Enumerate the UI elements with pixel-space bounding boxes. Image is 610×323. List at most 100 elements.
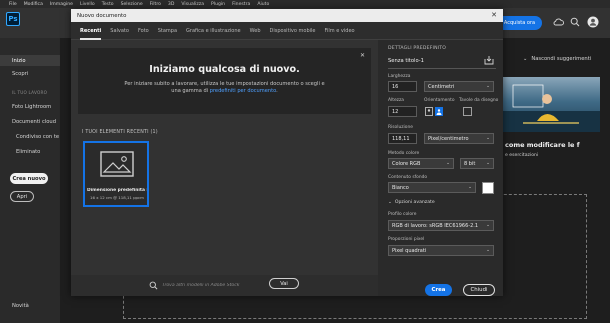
sidebar-item-label: Documenti cloud xyxy=(12,118,57,125)
menu-filtro[interactable]: Filtro xyxy=(150,2,161,7)
tab-recenti[interactable]: Recenti xyxy=(80,22,102,40)
close-icon[interactable]: ✕ xyxy=(491,11,497,19)
sidebar-item-deleted[interactable]: Eliminato xyxy=(0,146,60,157)
sidebar-item-label: Condiviso con te xyxy=(16,133,60,140)
open-button[interactable]: Apri xyxy=(10,191,34,202)
welcome-desc-line1: Per iniziare subito a lavorare, utilizza… xyxy=(124,81,325,87)
color-mode-select[interactable]: Colore RGB ⌄ xyxy=(388,158,454,169)
sidebar-item-lightroom[interactable]: Foto Lightroom xyxy=(0,101,60,112)
menu-plugin[interactable]: Plugin xyxy=(211,2,225,7)
sidebar-item-label: Eliminato xyxy=(16,148,41,155)
tab-label: Dispositivo mobile xyxy=(269,27,316,34)
height-input[interactable]: 12 xyxy=(388,106,417,117)
recent-item-name: Dimensione predefinita Ph... xyxy=(87,188,147,193)
document-presets-link[interactable]: predefiniti per documento xyxy=(210,88,276,94)
bg-content-select[interactable]: Bianco ⌄ xyxy=(388,182,476,193)
bg-content-value: Bianco xyxy=(392,184,409,191)
chevron-down-icon: ⌄ xyxy=(486,84,490,89)
chevron-down-icon: ⌄ xyxy=(486,136,490,141)
chevron-down-icon: ⌄ xyxy=(486,161,490,166)
stock-search-bar: Vai xyxy=(71,275,378,296)
menu-visualizza[interactable]: Visualizza xyxy=(181,2,204,7)
recent-items-heading: I TUOI ELEMENTI RECENTI (1) xyxy=(82,130,158,135)
tutorial-title: come modificare le f xyxy=(505,141,580,149)
create-new-button[interactable]: Crea nuovo xyxy=(10,173,48,184)
menu-testo[interactable]: Testo xyxy=(102,2,114,7)
color-profile-value: RGB di lavoro: sRGB IEC61966-2.1 xyxy=(392,222,479,229)
create-button[interactable]: Crea xyxy=(425,284,452,296)
sidebar-item-cloud-docs[interactable]: Documenti cloud xyxy=(0,116,60,127)
search-icon[interactable] xyxy=(569,16,581,28)
width-input[interactable]: 16 xyxy=(388,81,417,92)
tab-label: Recenti xyxy=(80,27,102,34)
pixel-ratio-select[interactable]: Pixel quadrati ⌄ xyxy=(388,245,494,256)
width-unit-select[interactable]: Centimetri ⌄ xyxy=(424,81,494,92)
menu-finestra[interactable]: Finestra xyxy=(232,2,250,7)
sidebar-item-scopri[interactable]: Scopri xyxy=(0,68,60,79)
search-go-button[interactable]: Vai xyxy=(269,278,299,289)
artboards-label: Tavole da disegno xyxy=(459,98,499,103)
profile-icon[interactable] xyxy=(587,16,599,28)
menu-aiuto[interactable]: Aiuto xyxy=(257,2,269,7)
menu-3d[interactable]: 3D xyxy=(168,2,174,7)
chevron-down-icon: ⌄ xyxy=(486,248,490,253)
photoshop-logo: Ps xyxy=(6,12,20,26)
sidebar-section-label: IL TUO LAVORO xyxy=(12,90,48,95)
resolution-label: Risoluzione xyxy=(388,125,413,130)
search-icon xyxy=(149,281,158,290)
preset-details-heading: DETTAGLI PREDEFINITO xyxy=(388,46,447,51)
hide-suggestions-label: Nascondi suggerimenti xyxy=(531,56,592,62)
tab-foto[interactable]: Foto xyxy=(138,22,149,40)
image-icon xyxy=(100,151,134,177)
tab-film[interactable]: Film e video xyxy=(325,22,355,40)
close-button[interactable]: Chiudi xyxy=(463,284,495,296)
width-unit-value: Centimetri xyxy=(428,83,455,90)
resolution-input[interactable]: 118,11 xyxy=(388,133,417,144)
portrait-orientation-icon[interactable] xyxy=(425,107,433,116)
cloud-icon[interactable] xyxy=(552,16,564,28)
sidebar-item-news[interactable]: Novità xyxy=(0,300,60,311)
tutorial-subtitle: e esercitazioni xyxy=(505,153,539,158)
advanced-options-toggle[interactable]: ⌄ Opzioni avanzate xyxy=(388,200,435,205)
welcome-banner: ✕ Iniziamo qualcosa di nuovo. Per inizia… xyxy=(78,48,371,114)
resolution-unit-value: Pixel/centimetro xyxy=(428,135,469,142)
bit-depth-select[interactable]: 8 bit ⌄ xyxy=(460,158,494,169)
menu-livello[interactable]: Livello xyxy=(80,2,95,7)
divider xyxy=(388,68,496,69)
document-name-field[interactable]: Senza titolo-1 xyxy=(388,58,424,64)
bg-color-swatch[interactable] xyxy=(482,182,494,194)
color-profile-select[interactable]: RGB di lavoro: sRGB IEC61966-2.1 ⌄ xyxy=(388,220,494,231)
welcome-title: Iniziamo qualcosa di nuovo. xyxy=(149,64,300,75)
tab-web[interactable]: Web xyxy=(250,22,261,40)
menu-modifica[interactable]: Modifica xyxy=(24,2,43,7)
menu-immagine[interactable]: Immagine xyxy=(50,2,73,7)
tab-label: Foto xyxy=(137,27,149,34)
dialog-titlebar: Nuovo documento ✕ xyxy=(71,9,503,22)
hide-suggestions-toggle[interactable]: ⌄ Nascondi suggerimenti xyxy=(523,56,591,62)
stock-search-input[interactable] xyxy=(162,280,262,290)
menu-file[interactable]: File xyxy=(9,2,17,7)
artboards-checkbox[interactable] xyxy=(463,107,472,116)
menu-selezione[interactable]: Selezione xyxy=(121,2,143,7)
tab-stampa[interactable]: Stampa xyxy=(158,22,177,40)
buy-now-button[interactable]: Acquista ora xyxy=(497,16,542,30)
color-mode-value: Colore RGB xyxy=(392,160,421,167)
color-profile-label: Profilo colore xyxy=(388,212,417,217)
tab-label: Web xyxy=(249,27,261,34)
tab-salvato[interactable]: Salvato xyxy=(110,22,129,40)
save-preset-icon[interactable] xyxy=(484,55,494,65)
tutorial-thumbnail[interactable] xyxy=(503,77,600,132)
close-icon[interactable]: ✕ xyxy=(360,52,365,59)
sidebar-item-shared[interactable]: Condiviso con te xyxy=(0,131,60,142)
resolution-unit-select[interactable]: Pixel/centimetro ⌄ xyxy=(424,133,494,144)
recent-item-card[interactable]: Dimensione predefinita Ph... 16 x 12 cm … xyxy=(83,141,149,207)
tab-mobile[interactable]: Dispositivo mobile xyxy=(270,22,316,40)
pixel-ratio-label: Proporzioni pixel xyxy=(388,237,425,242)
sidebar-item-inizio[interactable]: Inizio xyxy=(0,55,60,66)
tab-grafica[interactable]: Grafica e illustrazione xyxy=(186,22,241,40)
height-label: Altezza xyxy=(388,98,404,103)
landscape-orientation-icon[interactable] xyxy=(435,107,443,116)
menu-bar: File Modifica Immagine Livello Testo Sel… xyxy=(0,0,610,8)
preset-details-pane: DETTAGLI PREDEFINITO Senza titolo-1 Larg… xyxy=(378,40,503,296)
chevron-down-icon: ⌄ xyxy=(446,161,450,166)
